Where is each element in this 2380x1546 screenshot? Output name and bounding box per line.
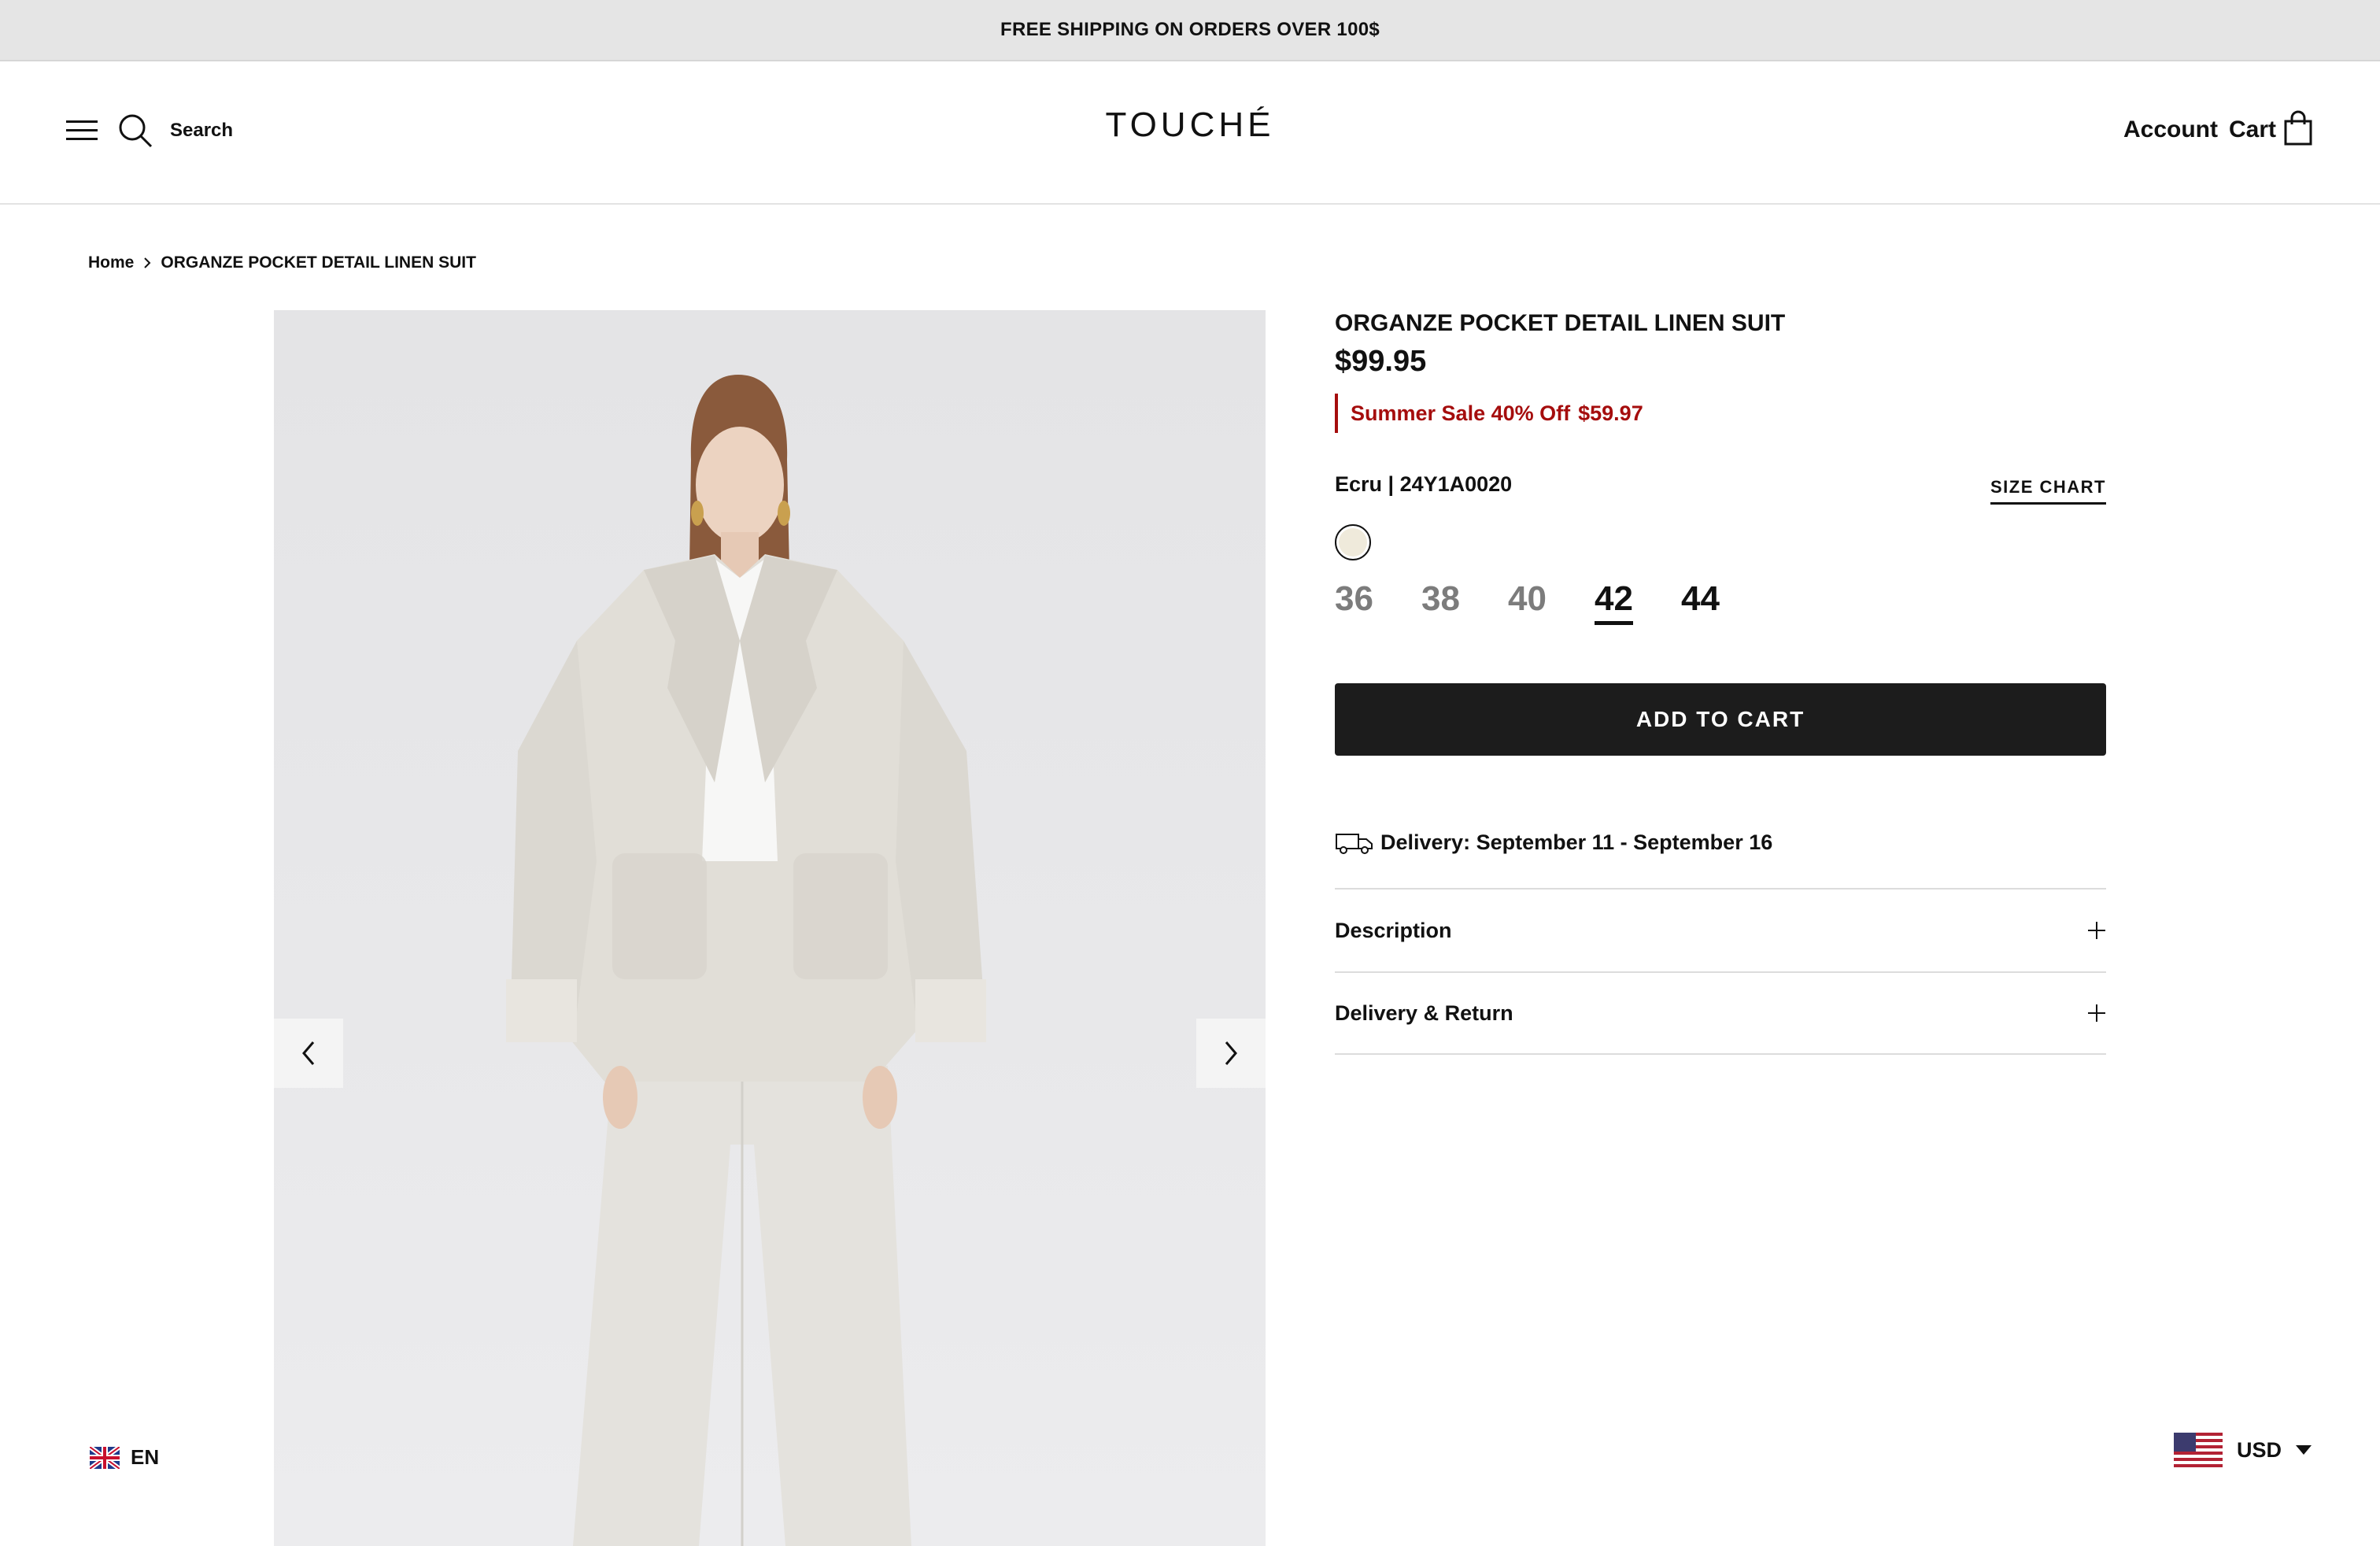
sale-notice: Summer Sale 40% Off $59.97 [1335,394,1643,433]
currency-selector[interactable]: USD [2174,1433,2312,1467]
swatch-fill [1339,528,1367,557]
delivery-text: Delivery: September 11 - September 16 [1380,830,1773,854]
accordion-label: Delivery & Return [1335,1000,1513,1025]
size-option-44[interactable]: 44 [1681,579,1768,619]
language-label: EN [131,1445,160,1469]
breadcrumb-current: ORGANZE POCKET DETAIL LINEN SUIT [161,253,476,272]
plus-icon [2088,1004,2105,1022]
size-option-42[interactable]: 42 [1595,579,1681,625]
size-chart-link[interactable]: SIZE CHART [1990,477,2106,505]
caret-down-icon [2296,1445,2312,1455]
add-to-cart-button[interactable]: ADD TO CART [1335,683,2106,756]
breadcrumb-home[interactable]: Home [88,253,134,272]
delivery-estimate: Delivery: September 11 - September 16 [1335,830,1772,855]
brand-logo[interactable]: TOUCHÉ [1102,105,1278,145]
us-flag-icon [2174,1433,2223,1467]
accordion-description[interactable]: Description [1335,888,2106,971]
product-title: ORGANZE POCKET DETAIL LINEN SUIT [1335,310,1786,336]
size-option-40[interactable]: 40 [1508,579,1595,619]
size-selector: 36 38 40 42 44 [1335,579,1768,625]
truck-icon [1336,834,1373,854]
site-header: Search TOUCHÉ Account Cart [0,61,2380,205]
product-price: $99.95 [1335,345,1427,378]
search-link[interactable]: Search [170,120,233,142]
size-option-38[interactable]: 38 [1421,579,1508,619]
sale-price: $59.97 [1578,401,1643,425]
accordion-label: Description [1335,918,1452,942]
product-photo [506,375,986,1546]
chevron-right-icon [144,257,151,268]
color-swatch-ecru[interactable] [1335,524,1371,560]
account-link[interactable]: Account [2123,117,2218,143]
color-sku: Ecru | 24Y1A0020 [1335,472,1513,496]
size-option-36[interactable]: 36 [1335,579,1421,619]
currency-label: USD [2237,1437,2282,1462]
announcement-bar: FREE SHIPPING ON ORDERS OVER 100$ [0,0,2380,61]
language-selector[interactable]: EN [90,1445,159,1470]
cart-link[interactable]: Cart [2229,117,2276,143]
shopping-bag-icon[interactable] [2282,110,2314,146]
product-gallery [274,310,1266,1546]
accordion-delivery-return[interactable]: Delivery & Return [1335,971,2106,1055]
announcement-text: FREE SHIPPING ON ORDERS OVER 100$ [1000,19,1380,40]
chevron-right-icon [1225,1041,1237,1065]
product-accordion: Description Delivery & Return [1335,888,2106,1055]
gallery-next-button[interactable] [1196,1019,1266,1088]
gallery-prev-button[interactable] [274,1019,343,1088]
plus-icon [2088,922,2105,939]
search-icon[interactable] [118,113,153,148]
hamburger-menu-icon[interactable] [66,118,98,143]
chevron-left-icon [302,1041,315,1065]
sale-label: Summer Sale 40% Off [1351,401,1571,425]
breadcrumb: Home ORGANZE POCKET DETAIL LINEN SUIT [88,253,476,272]
uk-flag-icon [90,1446,120,1469]
